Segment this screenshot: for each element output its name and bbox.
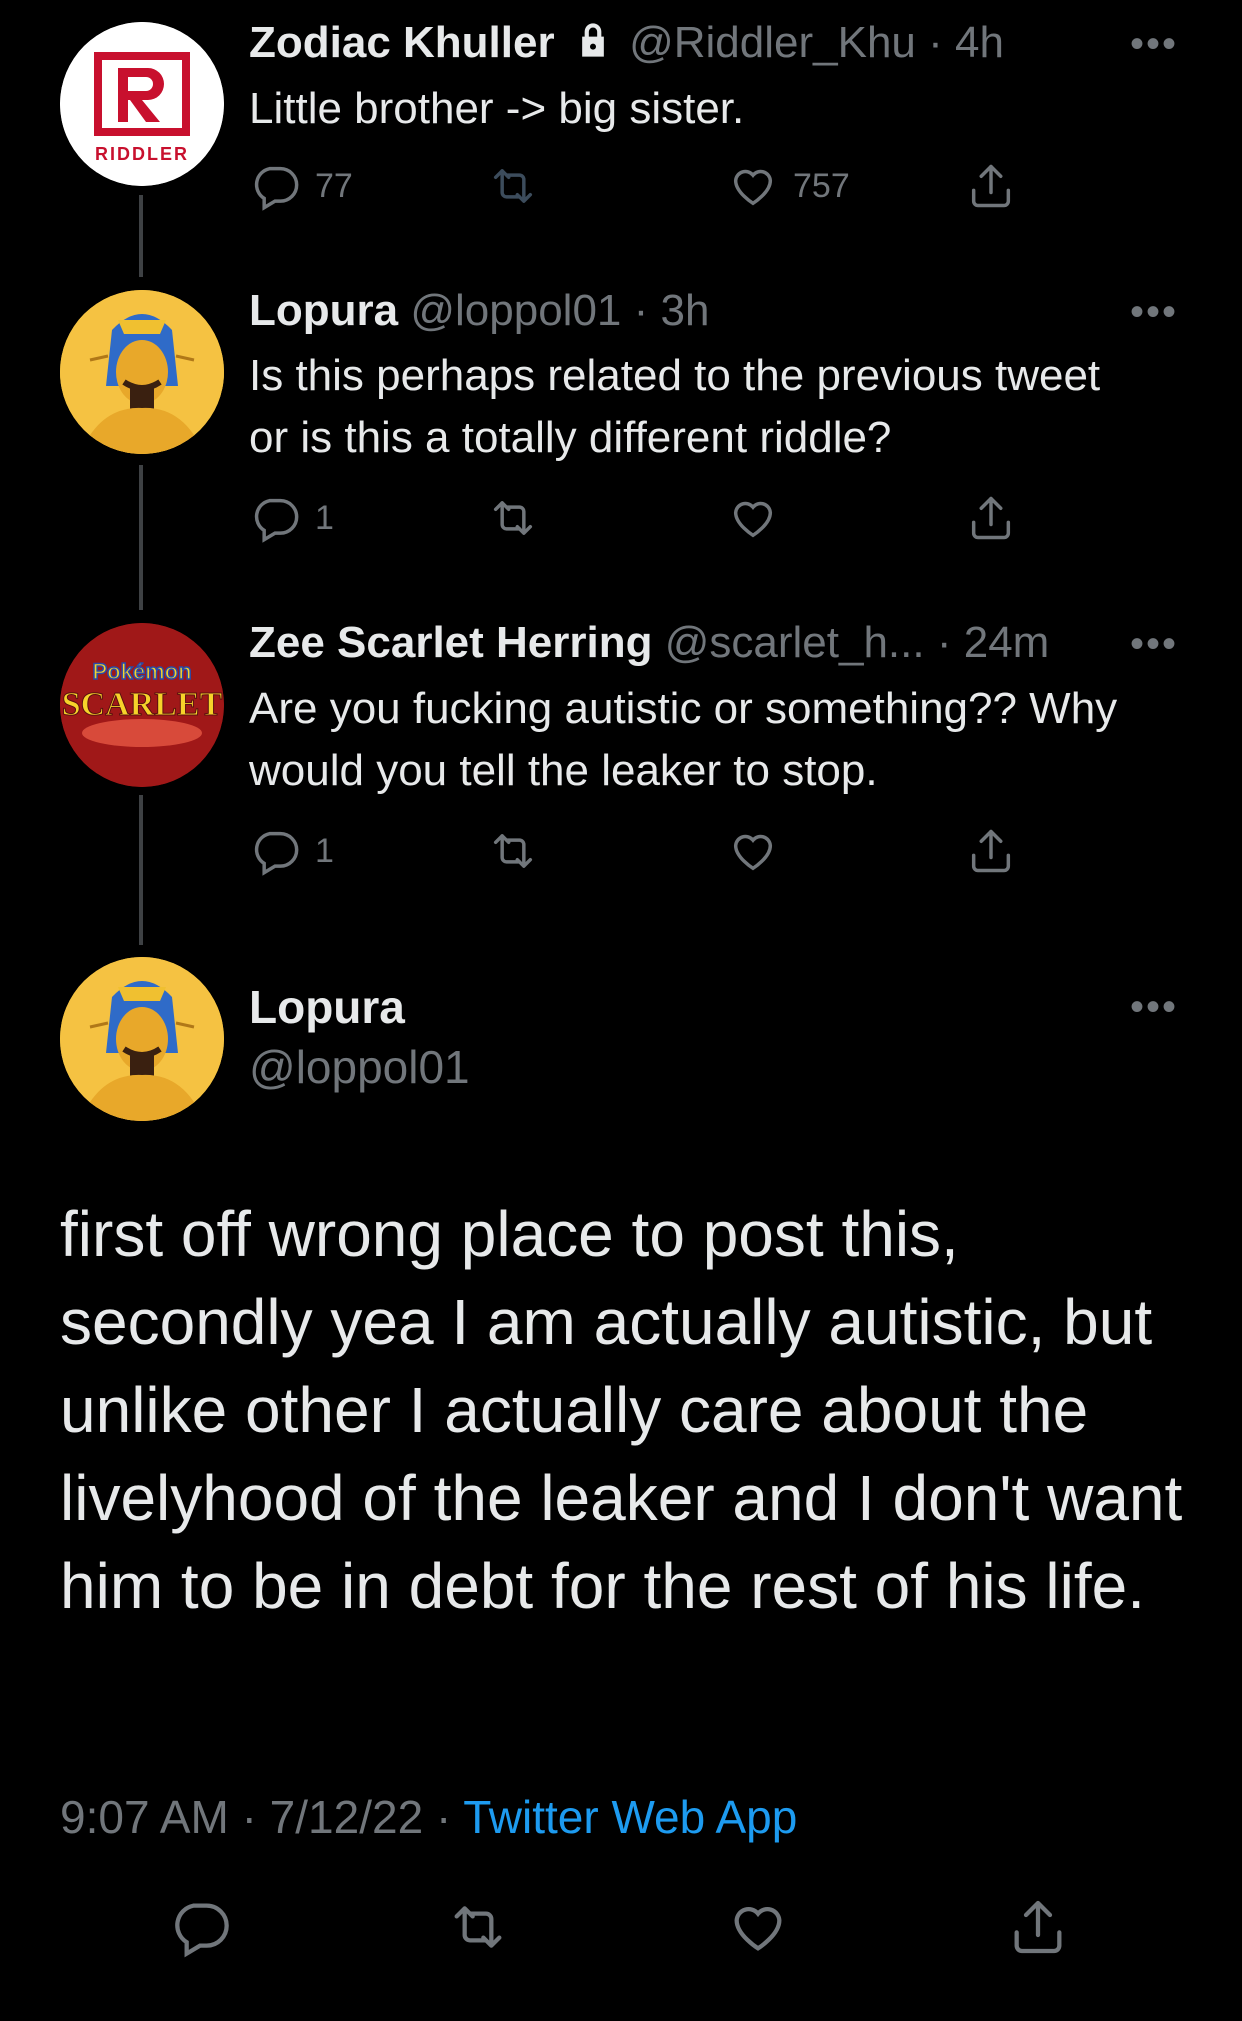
like-button[interactable] — [727, 825, 779, 877]
reply-count: 1 — [315, 831, 334, 870]
reply-icon — [254, 166, 299, 211]
reply-count: 77 — [315, 166, 353, 205]
tweet-text: Are you fucking autistic or something?? … — [249, 684, 1118, 795]
svg-text:RIDDLER: RIDDLER — [95, 144, 189, 164]
tweet-text: first off wrong place to post this, seco… — [60, 1198, 1183, 1622]
share-button[interactable] — [965, 160, 1017, 212]
more-options-icon[interactable]: ••• — [1130, 622, 1178, 667]
share-icon — [971, 496, 1011, 540]
display-name[interactable]: Lopura — [249, 286, 398, 335]
reply-icon — [254, 831, 299, 876]
timestamp[interactable]: 4h — [955, 18, 1004, 67]
handle[interactable]: @scarlet_h... — [665, 618, 925, 667]
like-count: 757 — [793, 166, 850, 205]
heart-icon — [733, 169, 773, 206]
pharaoh-avatar-icon — [60, 290, 224, 454]
heart-icon — [733, 501, 773, 538]
separator-dot: · — [928, 18, 943, 67]
riddler-logo-icon: RIDDLER — [60, 22, 224, 186]
retweet-button[interactable] — [487, 160, 553, 212]
tweet-text: Is this perhaps related to the previous … — [249, 351, 1101, 462]
share-button[interactable] — [965, 825, 1017, 877]
retweet-icon — [493, 834, 533, 868]
avatar-text-top: Pokémon — [92, 659, 191, 684]
more-options-icon[interactable]: ••• — [1130, 22, 1178, 67]
share-icon — [1014, 1900, 1062, 1954]
more-options-icon[interactable]: ••• — [1130, 985, 1178, 1030]
timestamp[interactable]: 3h — [661, 286, 710, 335]
like-button[interactable] — [726, 1895, 790, 1959]
source-link[interactable]: Twitter Web App — [463, 1791, 797, 1843]
time: 9:07 AM — [60, 1791, 229, 1843]
like-button[interactable] — [727, 492, 779, 544]
display-name[interactable]: Lopura — [249, 980, 405, 1034]
retweet-icon — [493, 169, 533, 203]
avatar[interactable] — [60, 290, 224, 454]
avatar[interactable] — [60, 957, 224, 1121]
lock-icon — [573, 20, 613, 71]
share-icon — [971, 829, 1011, 873]
share-button[interactable] — [1006, 1895, 1070, 1959]
retweet-icon — [454, 1906, 502, 1948]
retweet-button[interactable] — [446, 1895, 510, 1959]
thread-line — [139, 465, 143, 610]
display-name[interactable]: Zee Scarlet Herring — [249, 618, 653, 667]
more-options-icon[interactable]: ••• — [1130, 290, 1178, 335]
reply-button[interactable]: 1 — [249, 492, 334, 544]
heart-icon — [734, 1907, 782, 1951]
thread-line — [139, 195, 143, 277]
share-icon — [971, 164, 1011, 208]
reply-count: 1 — [315, 498, 334, 537]
reply-button[interactable]: 1 — [249, 825, 334, 877]
reply-icon — [254, 498, 299, 543]
separator-dot: · — [936, 618, 952, 667]
share-button[interactable] — [965, 492, 1017, 544]
handle[interactable]: @Riddler_Khu — [629, 18, 916, 67]
like-button[interactable]: 757 — [727, 160, 850, 212]
handle[interactable]: @loppol01 — [249, 1040, 470, 1094]
handle[interactable]: @loppol01 — [410, 286, 621, 335]
reply-button[interactable]: 77 — [249, 160, 353, 212]
separator-dot: · — [435, 1791, 452, 1843]
date: 7/12/22 — [269, 1791, 424, 1843]
tweet-timestamp: 9:07 AM · 7/12/22 · Twitter Web App — [60, 1790, 797, 1844]
retweet-icon — [493, 501, 533, 535]
heart-icon — [733, 834, 773, 871]
avatar[interactable]: Pokémon SCARLET — [60, 623, 224, 787]
reply-button[interactable] — [168, 1895, 232, 1959]
avatar[interactable]: RIDDLER — [60, 22, 224, 186]
pharaoh-avatar-icon — [60, 957, 224, 1121]
retweet-button[interactable] — [487, 825, 539, 877]
reply-icon — [175, 1903, 229, 1958]
retweet-button[interactable] — [487, 492, 539, 544]
timestamp[interactable]: 24m — [964, 618, 1050, 667]
thread-line — [139, 795, 143, 945]
display-name[interactable]: Zodiac Khuller — [249, 18, 555, 67]
separator-dot: · — [633, 286, 649, 335]
pokemon-scarlet-avatar-icon: Pokémon SCARLET — [60, 623, 224, 787]
tweet-text: Little brother -> big sister. — [249, 84, 745, 133]
avatar-text-bottom: SCARLET — [62, 686, 223, 723]
separator-dot: · — [241, 1791, 257, 1843]
